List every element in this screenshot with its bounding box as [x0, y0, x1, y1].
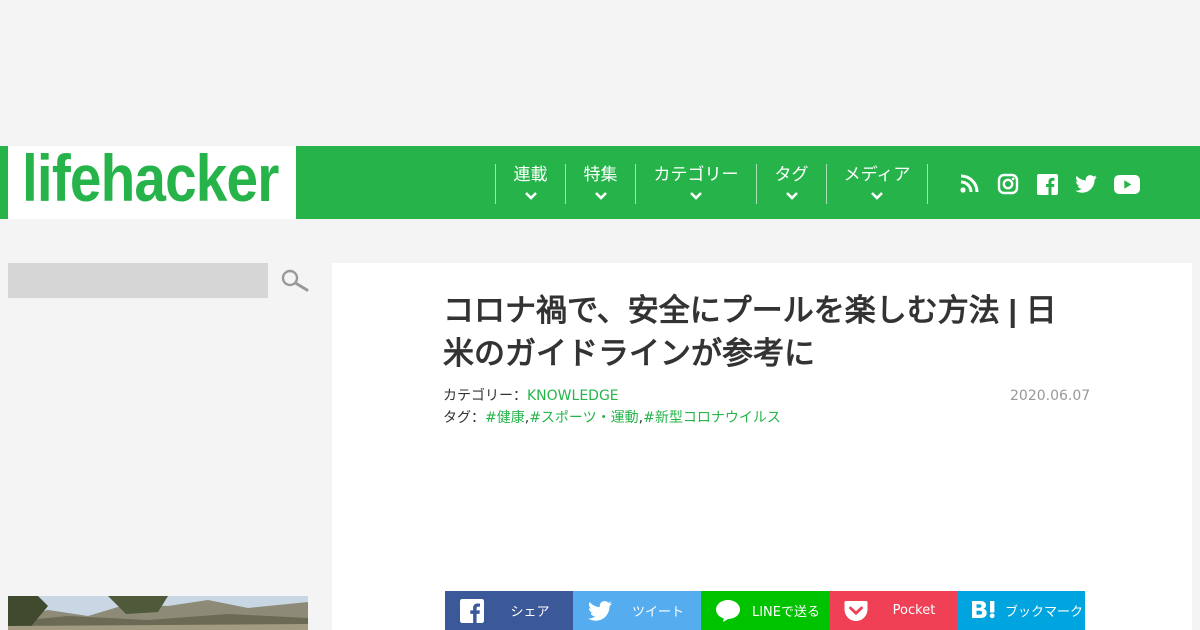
tag-link[interactable]: #健康: [485, 410, 525, 426]
sidebar-thumbnail-image[interactable]: [8, 596, 308, 630]
share-label: ツイート: [631, 605, 684, 620]
tag-link[interactable]: #新型コロナウイルス: [643, 410, 781, 426]
twitter-icon[interactable]: [1075, 173, 1097, 195]
category-label: カテゴリー：: [443, 388, 527, 404]
nav-item-label: 連載: [513, 165, 548, 185]
share-facebook-button[interactable]: シェア: [445, 591, 573, 630]
nav-item-category[interactable]: カテゴリー: [635, 164, 756, 204]
site-logo[interactable]: lifehacker: [0, 141, 296, 219]
nav-item-series[interactable]: 連載: [495, 164, 565, 204]
nav-item-features[interactable]: 特集: [565, 164, 635, 204]
article-title: コロナ禍で、安全にプールを楽しむ方法 | 日米のガイドラインが参考に: [443, 293, 1057, 371]
nav-item-label: タグ: [774, 165, 809, 185]
share-label: LINEで送る: [751, 605, 820, 620]
publish-date: 2020.06.07: [1010, 388, 1091, 404]
search-input[interactable]: [8, 263, 268, 298]
nav-item-label: カテゴリー: [653, 165, 739, 185]
share-pocket-button[interactable]: Pocket: [829, 591, 957, 630]
share-hatena-bookmark-button[interactable]: ブックマーク: [957, 591, 1085, 630]
chevron-down-icon: [871, 192, 883, 200]
line-icon: [715, 598, 741, 624]
pocket-icon: [843, 598, 869, 624]
share-line-button[interactable]: LINEで送る: [701, 591, 829, 630]
category-link[interactable]: KNOWLEDGE: [527, 388, 619, 404]
share-label: ブックマーク: [1005, 605, 1084, 620]
hatena-bookmark-icon: [971, 598, 997, 624]
share-label: シェア: [510, 605, 550, 620]
facebook-icon: [459, 598, 485, 624]
nav-menu: 連載 特集 カテゴリー タグ メディア: [495, 164, 928, 204]
tag-label: タグ：: [443, 410, 485, 426]
chevron-down-icon: [524, 192, 537, 200]
article-tags: タグ：#健康,#スポーツ・運動,#新型コロナウイルス: [443, 407, 781, 427]
nav-item-media[interactable]: メディア: [826, 164, 928, 204]
article-category: カテゴリー：KNOWLEDGE: [443, 385, 619, 405]
logo-accent-bar: [0, 146, 8, 219]
logo-text: lifehacker: [22, 141, 279, 215]
tag-link[interactable]: #スポーツ・運動: [529, 410, 638, 426]
share-buttons: シェア ツイート LINEで送る Pocket ブックマーク: [445, 591, 1085, 630]
share-label: Pocket: [892, 603, 936, 618]
youtube-icon[interactable]: [1114, 173, 1140, 195]
nav-item-tags[interactable]: タグ: [756, 164, 826, 204]
rss-icon[interactable]: [958, 173, 980, 195]
chevron-down-icon: [785, 192, 798, 200]
main-navbar: 連載 特集 カテゴリー タグ メディア: [296, 146, 1200, 219]
chevron-down-icon: [690, 192, 702, 200]
instagram-icon[interactable]: [997, 173, 1019, 195]
share-twitter-button[interactable]: ツイート: [573, 591, 701, 630]
nav-item-label: 特集: [583, 165, 618, 185]
article-card: コロナ禍で、安全にプールを楽しむ方法 | 日米のガイドラインが参考に カテゴリー…: [332, 263, 1192, 630]
chevron-down-icon: [594, 192, 607, 200]
twitter-icon: [587, 598, 613, 624]
facebook-icon[interactable]: [1036, 173, 1058, 195]
social-links: [958, 173, 1157, 195]
nav-item-label: メディア: [843, 165, 911, 185]
search-icon[interactable]: [280, 268, 310, 294]
